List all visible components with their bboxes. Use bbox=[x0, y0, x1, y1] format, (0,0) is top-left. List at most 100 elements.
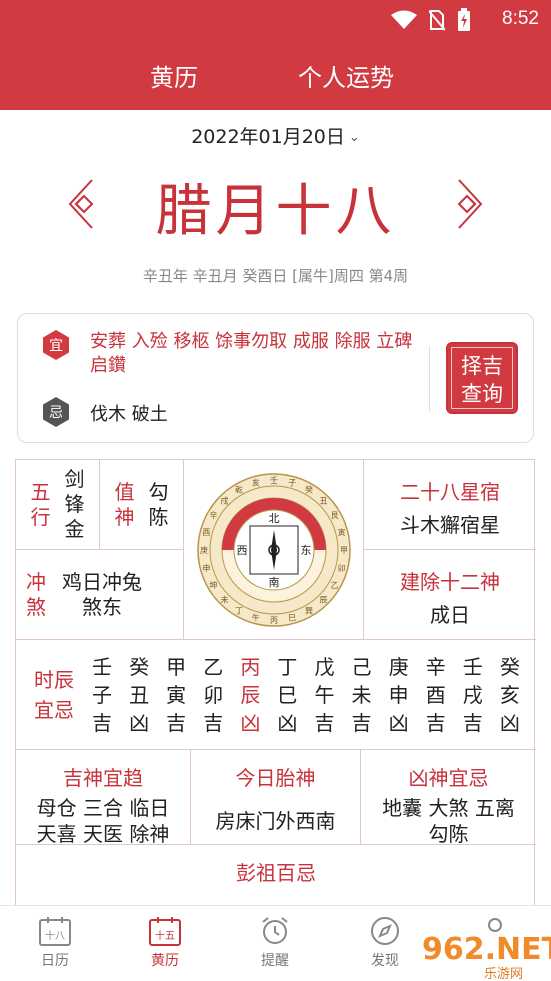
shichen-zhi: 申 bbox=[388, 682, 409, 707]
zeji-query-button[interactable]: 择吉 查询 bbox=[446, 342, 518, 414]
wuxing-label-char: 行 bbox=[30, 504, 51, 529]
shichen-gan: 辛 bbox=[425, 654, 446, 679]
shichen-hour: 戊午吉 bbox=[314, 653, 334, 737]
status-icons bbox=[391, 8, 471, 32]
yi-badge-label: 宜 bbox=[49, 338, 63, 354]
luopan-compass[interactable]: 壬 子癸丑艮寅甲卯乙辰巽巳 丙 午丁未坤申庚酉辛戌乾亥 北东南 西 bbox=[184, 460, 364, 640]
compass-icon bbox=[371, 917, 399, 945]
shichen-gan: 庚 bbox=[388, 654, 409, 679]
chongsha-label-char: 冲 bbox=[26, 569, 46, 594]
jianchu-label: 建除十二神 bbox=[400, 570, 500, 594]
tab-almanac[interactable]: 黄历 bbox=[150, 58, 198, 93]
top-tabs: 黄历 个人运势 bbox=[0, 58, 551, 96]
almanac-icon: 十五 bbox=[149, 917, 181, 946]
status-time: 8:52 bbox=[502, 8, 539, 29]
shichen-luck: 吉 bbox=[314, 710, 335, 735]
nav-discover-label: 发现 bbox=[371, 953, 399, 969]
zhishen-value-char: 勾 bbox=[148, 479, 169, 504]
chongsha-label: 冲 煞 bbox=[26, 570, 46, 620]
shichen-zhi: 巳 bbox=[277, 682, 298, 707]
jianchu-cell: 建除十二神 成日 bbox=[364, 550, 536, 640]
chevron-down-icon: ⌄ bbox=[348, 130, 360, 145]
divider bbox=[429, 346, 430, 412]
shichen-hour: 壬子吉 bbox=[92, 653, 112, 737]
luopan-ring-char: 丑 bbox=[320, 497, 328, 506]
chongsha-value-line: 鸡日冲兔 bbox=[62, 569, 142, 594]
shichen-zhi: 酉 bbox=[425, 682, 446, 707]
shichen-gan: 丁 bbox=[277, 654, 298, 679]
shichen-hour: 丁巳凶 bbox=[277, 653, 297, 737]
shichen-luck: 吉 bbox=[203, 710, 224, 735]
header-bar: 8:52 黄历 个人运势 bbox=[0, 0, 551, 110]
watermark-text: 962 bbox=[422, 932, 485, 967]
shichen-gan: 癸 bbox=[499, 654, 520, 679]
taishen-value: 房床门外西南 bbox=[215, 809, 336, 833]
shichen-hour: 甲寅吉 bbox=[166, 653, 186, 737]
taishen-cell: 今日胎神 房床门外西南 bbox=[191, 750, 361, 845]
shichen-hour: 己未吉 bbox=[352, 653, 372, 737]
shichen-hour: 丙辰凶 bbox=[240, 653, 260, 737]
xingsu-label: 二十八星宿 bbox=[400, 480, 500, 504]
shichen-luck: 吉 bbox=[425, 710, 446, 735]
shichen-zhi: 卯 bbox=[203, 682, 224, 707]
shichen-luck: 吉 bbox=[351, 710, 372, 735]
chongsha-value: 鸡日冲兔 煞东 bbox=[62, 570, 142, 620]
calendar-icon: 十八 bbox=[39, 917, 71, 946]
luopan-ring-char: 坤 bbox=[209, 580, 217, 590]
luopan-ring-char: 酉 bbox=[202, 528, 210, 537]
luopan-ring-char: 癸 bbox=[305, 484, 313, 494]
nav-almanac-label: 黄历 bbox=[151, 953, 179, 969]
zhishen-value-char: 陈 bbox=[148, 504, 169, 529]
shichen-luck: 凶 bbox=[388, 710, 409, 735]
shichen-luck: 吉 bbox=[462, 710, 483, 735]
nav-calendar[interactable]: 十八 日历 bbox=[15, 916, 95, 970]
luopan-direction: 西 bbox=[237, 544, 248, 557]
nav-reminder-label: 提醒 bbox=[261, 953, 289, 969]
luopan-ring-char: 巳 bbox=[288, 614, 296, 623]
shichen-zhi: 亥 bbox=[499, 682, 520, 707]
wuxing-label: 五 行 bbox=[31, 480, 51, 530]
xiongshen-label: 凶神宜忌 bbox=[408, 766, 489, 790]
luopan-ring-char: 未 bbox=[221, 595, 229, 605]
shichen-gan: 丙 bbox=[240, 654, 261, 679]
yi-badge: 宜 bbox=[42, 330, 70, 360]
shichen-gan: 壬 bbox=[92, 654, 112, 679]
shichen-zhi: 午 bbox=[314, 682, 335, 707]
shichen-gan: 壬 bbox=[462, 654, 483, 679]
luopan-compass-icon: 壬 子癸丑艮寅甲卯乙辰巽巳 丙 午丁未坤申庚酉辛戌乾亥 北东南 西 bbox=[197, 473, 351, 627]
luopan-ring-char: 申 bbox=[202, 563, 210, 573]
luopan-direction: 南 bbox=[269, 576, 280, 589]
shichen-zhi: 辰 bbox=[240, 682, 261, 707]
luopan-ring-char: 庚 bbox=[200, 545, 208, 555]
luopan-ring-char: 卯 bbox=[338, 564, 346, 573]
shichen-luck: 凶 bbox=[240, 710, 261, 735]
ganzhi-info: 辛丑年 辛丑月 癸酉日 [属牛]周四 第4周 bbox=[142, 267, 409, 285]
shichen-zhi: 子 bbox=[92, 682, 112, 707]
next-day-arrow-icon[interactable] bbox=[455, 178, 485, 230]
zhishen-value: 勾 陈 bbox=[149, 480, 169, 530]
battery-charging-icon bbox=[458, 8, 470, 31]
jishen-value-line1: 母仓 三合 临日 bbox=[36, 796, 170, 820]
luopan-ring-char: 巽 bbox=[305, 607, 313, 616]
zeji-button-line2: 查询 bbox=[461, 382, 503, 406]
luopan-ring-char: 乙 bbox=[331, 581, 339, 590]
luopan-ring-char: 戌 bbox=[221, 496, 229, 506]
ji-badge: 忌 bbox=[42, 397, 70, 427]
shichen-zhi: 丑 bbox=[129, 682, 150, 707]
wuxing-value: 剑 锋 金 bbox=[65, 467, 85, 542]
nav-reminder[interactable]: 提醒 bbox=[235, 916, 315, 970]
pengzu-label: 彭祖百忌 bbox=[236, 861, 316, 885]
chongsha-cell: 冲 煞 鸡日冲兔 煞东 bbox=[16, 550, 184, 640]
date-selector[interactable]: 2022年01月20日 ⌄ bbox=[0, 122, 551, 149]
shichen-gan: 乙 bbox=[203, 654, 224, 679]
shichen-hour: 癸丑凶 bbox=[129, 653, 149, 737]
nav-almanac[interactable]: 十五 黄历 bbox=[125, 916, 205, 970]
nav-discover[interactable]: 发现 bbox=[345, 916, 425, 970]
shichen-hours: 壬子吉癸丑凶甲寅吉乙卯吉丙辰凶丁巳凶戊午吉己未吉庚申凶辛酉吉壬戌吉癸亥凶 bbox=[92, 653, 536, 737]
yi-ji-card: 宜 安葬 入殓 移柩 馀事勿取 成服 除服 立碑 启鑽 忌 伐木 破土 择吉 查… bbox=[17, 313, 534, 443]
luopan-direction: 北 bbox=[269, 512, 280, 525]
watermark-sub: 乐游网 bbox=[484, 967, 524, 981]
shichen-luck: 凶 bbox=[129, 710, 150, 735]
tab-personal-fortune[interactable]: 个人运势 bbox=[298, 58, 394, 93]
luopan-ring-char: 午 bbox=[252, 613, 260, 623]
